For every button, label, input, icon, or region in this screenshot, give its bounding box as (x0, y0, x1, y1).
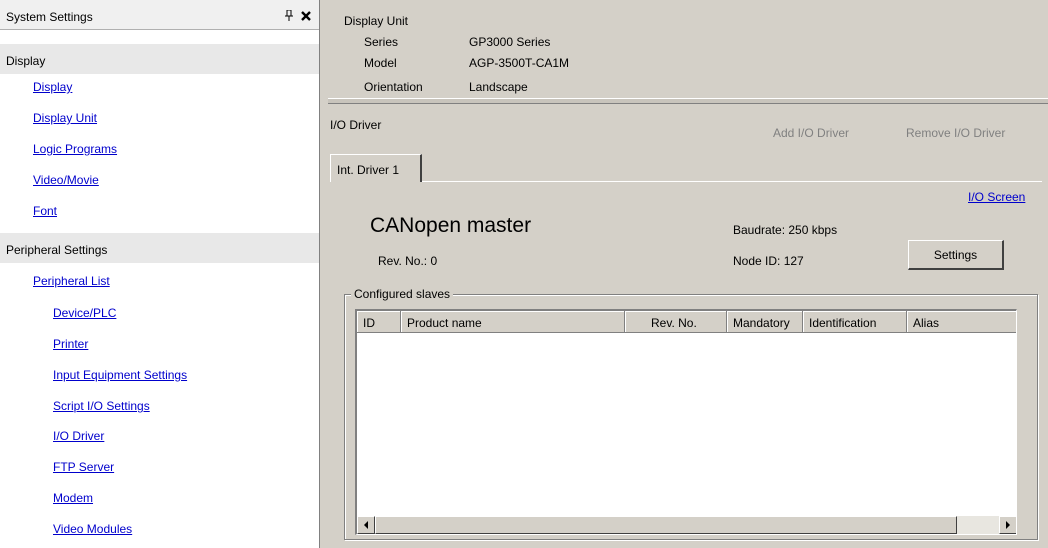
nav-device-plc[interactable]: Device/PLC (53, 306, 116, 320)
add-io-driver-button[interactable]: Add I/O Driver (773, 126, 849, 140)
nav-input-equipment-settings[interactable]: Input Equipment Settings (53, 368, 187, 382)
nav-ftp-server[interactable]: FTP Server (53, 460, 114, 474)
nav-peripheral-list[interactable]: Peripheral List (33, 274, 110, 288)
nav-video-modules[interactable]: Video Modules (53, 522, 132, 536)
nav-video-movie[interactable]: Video/Movie (33, 173, 99, 187)
column-header-product-name-label: Product name (407, 316, 482, 330)
column-header-rev-no[interactable]: Rev. No. (625, 311, 727, 333)
series-label: Series (364, 35, 399, 49)
driver-tab-content: I/O Screen CANopen master Baudrate: 250 … (330, 182, 1048, 548)
nav-modem[interactable]: Modem (53, 491, 93, 505)
horizontal-scrollbar[interactable] (357, 516, 1016, 534)
orientation-value: Landscape (469, 80, 528, 94)
scroll-thumb[interactable] (375, 516, 957, 534)
scroll-left-button[interactable] (357, 516, 375, 534)
nav-io-driver[interactable]: I/O Driver (53, 429, 104, 443)
display-unit-info: Display Unit Series GP3000 Series Model … (330, 4, 1048, 100)
io-screen-link[interactable]: I/O Screen (968, 190, 1025, 204)
close-icon[interactable] (301, 8, 311, 24)
column-header-product-name[interactable]: Product name (401, 311, 625, 333)
model-label: Model (364, 56, 397, 70)
configured-slaves-legend: Configured slaves (351, 287, 454, 301)
column-header-rev-no-label: Rev. No. (651, 316, 697, 330)
series-value: GP3000 Series (469, 35, 551, 49)
column-header-alias[interactable]: Alias (907, 311, 1016, 333)
column-header-mandatory-label: Mandatory (733, 316, 790, 330)
pin-icon[interactable] (284, 9, 294, 24)
settings-button[interactable]: Settings (908, 240, 1004, 270)
io-driver-heading: I/O Driver (330, 118, 382, 132)
nav-logic-programs[interactable]: Logic Programs (33, 142, 117, 156)
driver-name: CANopen master (370, 214, 532, 237)
display-section-label: Display (6, 54, 46, 68)
column-header-id[interactable]: ID (357, 311, 401, 333)
column-header-identification-label: Identification (809, 316, 877, 330)
arrow-left-icon (364, 521, 368, 529)
nav-script-io-settings[interactable]: Script I/O Settings (53, 399, 150, 413)
remove-io-driver-button[interactable]: Remove I/O Driver (906, 126, 1005, 140)
column-header-mandatory[interactable]: Mandatory (727, 311, 803, 333)
slaves-list[interactable]: ID Product name Rev. No. Mandatory Ident… (355, 309, 1017, 535)
configured-slaves-group: Configured slaves ID Product name Rev. N… (344, 287, 1038, 540)
panel-title: System Settings (6, 10, 93, 24)
display-unit-heading: Display Unit (344, 14, 409, 28)
baudrate-text: Baudrate: 250 kbps (733, 223, 838, 237)
tab-label: Int. Driver 1 (337, 163, 400, 177)
column-header-alias-label: Alias (913, 316, 940, 330)
system-settings-panel: System Settings Display Display Display … (0, 0, 320, 548)
tab-int-driver-1[interactable]: Int. Driver 1 (330, 154, 422, 182)
peripheral-section-label: Peripheral Settings (6, 243, 108, 257)
io-driver-area: I/O Driver Add I/O Driver Remove I/O Dri… (330, 106, 1048, 548)
scroll-right-button[interactable] (999, 516, 1016, 534)
nav-display-unit[interactable]: Display Unit (33, 111, 97, 125)
horizontal-splitter[interactable] (328, 98, 1048, 104)
panel-title-bar: System Settings (0, 0, 319, 30)
nav-font[interactable]: Font (33, 204, 57, 218)
rev-no-text: Rev. No.: 0 (378, 254, 438, 268)
nav-printer[interactable]: Printer (53, 337, 88, 351)
column-header-identification[interactable]: Identification (803, 311, 907, 333)
node-id-text: Node ID: 127 (733, 254, 804, 268)
display-section-header[interactable]: Display (0, 44, 319, 74)
peripheral-section-header[interactable]: Peripheral Settings (0, 233, 319, 263)
column-header-id-label: ID (363, 316, 375, 330)
model-value: AGP-3500T-CA1M (469, 56, 570, 70)
arrow-right-icon (1006, 521, 1010, 529)
orientation-label: Orientation (364, 80, 423, 94)
nav-display[interactable]: Display (33, 80, 72, 94)
